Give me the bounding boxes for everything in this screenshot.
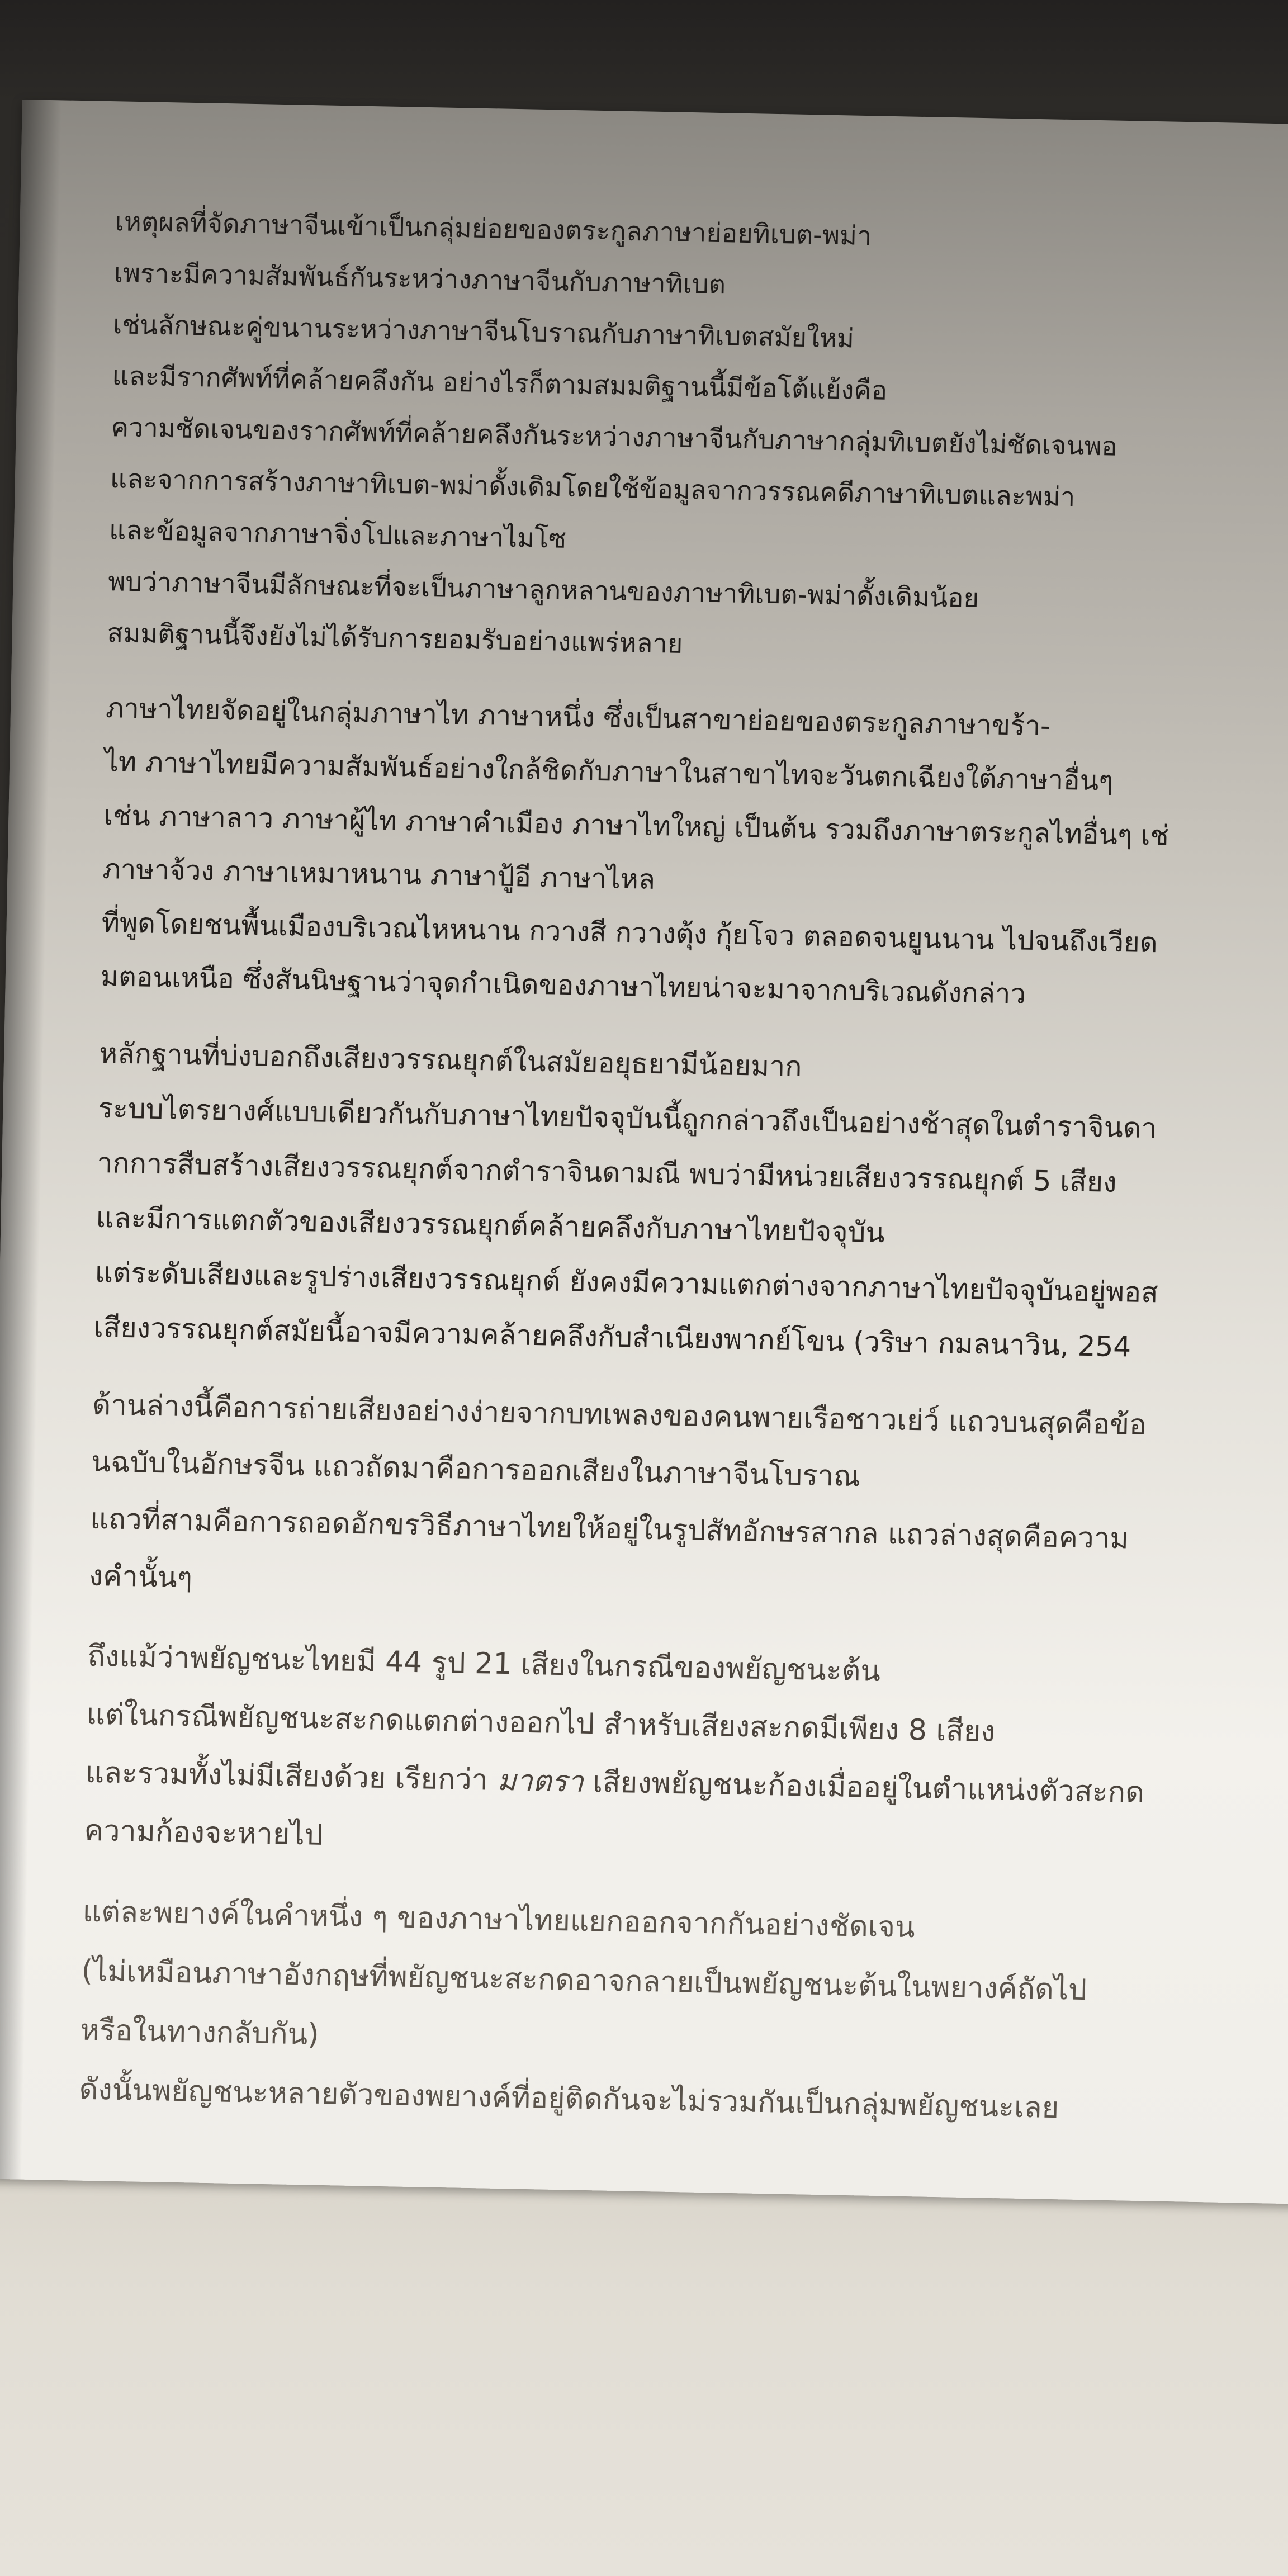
paragraph-5: ถึงแม้ว่าพยัญชนะไทยมี 44 รูป 21 เสียงในก… — [84, 1627, 1288, 1884]
text-segment: เสียงพยัญชนะก้องเมื่ออยู่ในตำแหน่งตัวสะก… — [583, 1765, 1145, 1810]
paragraph-2: ภาษาไทยจัดอยู่ในกลุ่มภาษาไท ภาษาหนึ่ง ซึ… — [100, 681, 1288, 1028]
paragraph-1: เหตุผลที่จัดภาษาจีนเข้าเป็นกลุ่มย่อยของต… — [107, 196, 1288, 684]
paragraph-6: แต่ละพยางค์ในคำหนึ่ง ๆ ของภาษาไทยแยกออกจ… — [79, 1882, 1288, 2144]
italic-term: มาตรา — [496, 1763, 584, 1799]
background: เหตุผลที่จัดภาษาจีนเข้าเป็นกลุ่มย่อยของต… — [0, 0, 1288, 2576]
paper-sheet: เหตุผลที่จัดภาษาจีนเข้าเป็นกลุ่มย่อยของต… — [0, 100, 1288, 2205]
paragraph-4: ด้านล่างนี้คือการถ่ายเสียงอย่างง่ายจากบท… — [88, 1377, 1288, 1630]
paper-shadow — [0, 100, 61, 2180]
text-segment: และรวมทั้งไม่มีเสียงด้วย เรียกว่า — [84, 1755, 498, 1797]
document-body: เหตุผลที่จัดภาษาจีนเข้าเป็นกลุ่มย่อยของต… — [78, 196, 1288, 2166]
paragraph-3: หลักฐานที่บ่งบอกถึงเสียงวรรณยุกต์ในสมัยอ… — [93, 1026, 1288, 1379]
